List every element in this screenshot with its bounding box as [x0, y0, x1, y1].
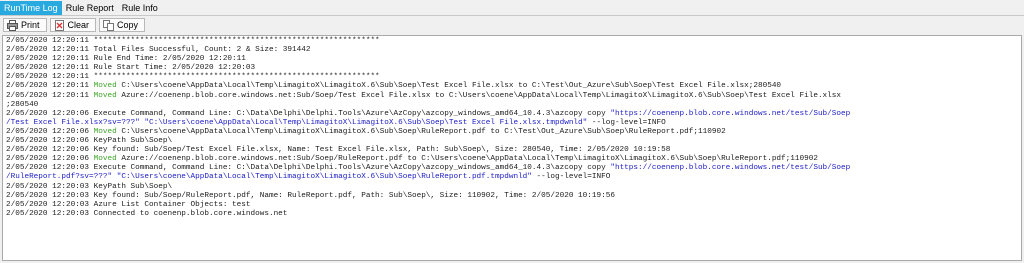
log-line: ;280540 [6, 101, 1018, 110]
log-text: 2/05/2020 12:20:06 Execute Command, Comm… [6, 109, 611, 118]
log-text: 2/05/2020 12:20:06 KeyPath Sub\Soep\ [6, 137, 173, 146]
tab-rule-report[interactable]: Rule Report [62, 2, 118, 15]
toolbar: Print Clear Copy [0, 16, 1024, 34]
moved-keyword: Moved [93, 127, 117, 136]
log-line: 2/05/2020 12:20:06 Moved C:\Users\coene\… [6, 128, 1018, 137]
log-text: 2/05/2020 12:20:06 Key found: Sub/Soep/T… [6, 146, 671, 155]
log-url: "https://coenenp.blob.core.windows.net/t… [610, 109, 851, 118]
log-text: --log-level=INFO [587, 118, 666, 127]
log-text: 2/05/2020 12:20:06 [6, 127, 94, 136]
log-line: 2/05/2020 12:20:03 Azure List Container … [6, 201, 1018, 210]
print-label: Print [21, 20, 40, 30]
log-line: 2/05/2020 12:20:03 Connected to coenenp.… [6, 210, 1018, 219]
log-text: 2/05/2020 12:20:11 *********************… [6, 73, 380, 82]
log-text: 2/05/2020 12:20:11 Rule End Time: 2/05/2… [6, 55, 246, 64]
log-text: ;280540 [6, 100, 39, 109]
log-text: 2/05/2020 12:20:11 [6, 82, 94, 91]
log-text: 2/05/2020 12:20:11 Rule Start Time: 2/05… [6, 64, 256, 73]
log-text: 2/05/2020 12:20:11 Total Files Successfu… [6, 46, 311, 55]
log-text: 2/05/2020 12:20:03 KeyPath Sub\Soep\ [6, 182, 173, 191]
clear-button[interactable]: Clear [49, 18, 97, 32]
log-line: 2/05/2020 12:20:06 Key found: Sub/Soep/T… [6, 146, 1018, 155]
tab-runtime-log[interactable]: RunTime Log [0, 1, 62, 15]
moved-keyword: Moved [93, 91, 117, 100]
log-text: 2/05/2020 12:20:03 Azure List Container … [6, 200, 251, 209]
log-line: 2/05/2020 12:20:11 *********************… [6, 37, 1018, 46]
copy-icon [103, 19, 115, 31]
log-text: 2/05/2020 12:20:11 [6, 91, 94, 100]
log-text: 2/05/2020 12:20:03 Connected to coenenp.… [6, 209, 288, 218]
moved-keyword: Moved [93, 82, 117, 91]
moved-keyword: Moved [93, 155, 117, 164]
log-line: 2/05/2020 12:20:11 Moved C:\Users\coene\… [6, 82, 1018, 91]
log-text: Azure://coenenp.blob.core.windows.net:Su… [116, 91, 842, 100]
log-line: 2/05/2020 12:20:11 Rule End Time: 2/05/2… [6, 55, 1018, 64]
log-line: 2/05/2020 12:20:06 Moved Azure://coenenp… [6, 155, 1018, 164]
log-line: 2/05/2020 12:20:06 Execute Command, Comm… [6, 110, 1018, 119]
log-url: /RuleReport.pdf?sv=???" "C:\Users\coene\… [6, 173, 532, 182]
log-url: "https://coenenp.blob.core.windows.net/t… [610, 164, 851, 173]
printer-icon [7, 19, 18, 31]
log-url: /Test Excel File.xlsx?sv=???" "C:\Users\… [6, 118, 588, 127]
tab-rule-info[interactable]: Rule Info [118, 2, 162, 15]
clear-label: Clear [67, 20, 90, 30]
log-line: 2/05/2020 12:20:11 Moved Azure://coenenp… [6, 92, 1018, 101]
log-text: C:\Users\coene\AppData\Local\Temp\Limagi… [116, 82, 782, 91]
log-text: Azure://coenenp.blob.core.windows.net:Su… [116, 155, 818, 164]
log-line: 2/05/2020 12:20:03 Execute Command, Comm… [6, 164, 1018, 173]
log-text: 2/05/2020 12:20:06 [6, 155, 94, 164]
log-line: 2/05/2020 12:20:11 Total Files Successfu… [6, 46, 1018, 55]
log-line: 2/05/2020 12:20:03 KeyPath Sub\Soep\ [6, 183, 1018, 192]
copy-label: Copy [117, 20, 139, 30]
runtime-log-textarea[interactable]: 2/05/2020 12:20:11 *********************… [2, 35, 1022, 261]
log-line: 2/05/2020 12:20:03 Key found: Sub/Soep/R… [6, 192, 1018, 201]
copy-button[interactable]: Copy [99, 18, 146, 32]
log-line: /RuleReport.pdf?sv=???" "C:\Users\coene\… [6, 173, 1018, 182]
log-text: C:\Users\coene\AppData\Local\Temp\Limagi… [116, 127, 726, 136]
print-button[interactable]: Print [3, 18, 47, 32]
log-line: 2/05/2020 12:20:11 Rule Start Time: 2/05… [6, 64, 1018, 73]
log-text: 2/05/2020 12:20:11 *********************… [6, 37, 380, 45]
clear-icon [54, 19, 65, 31]
log-text: 2/05/2020 12:20:03 Execute Command, Comm… [6, 164, 611, 173]
tab-bar: RunTime Log Rule Report Rule Info [0, 0, 1024, 16]
log-text: --log-level=INFO [531, 173, 611, 182]
log-text: 2/05/2020 12:20:03 Key found: Sub/Soep/R… [6, 191, 615, 200]
log-line: 2/05/2020 12:20:06 KeyPath Sub\Soep\ [6, 137, 1018, 146]
log-line: 2/05/2020 12:20:11 *********************… [6, 73, 1018, 82]
log-line: /Test Excel File.xlsx?sv=???" "C:\Users\… [6, 119, 1018, 128]
